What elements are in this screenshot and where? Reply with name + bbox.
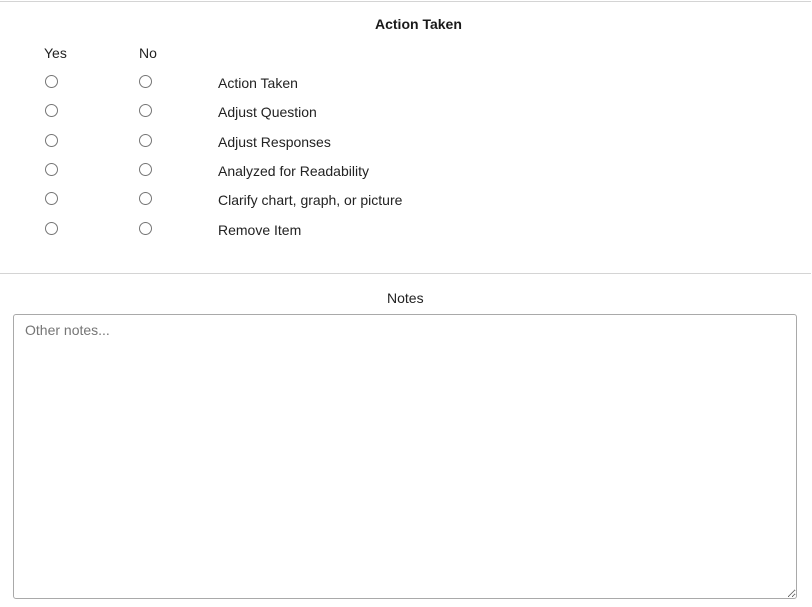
- option-label: Clarify chart, graph, or picture: [218, 192, 403, 208]
- analyzed-readability-yes-radio[interactable]: [45, 163, 58, 176]
- no-column-header: No: [139, 45, 157, 61]
- remove-item-yes-radio[interactable]: [45, 222, 58, 235]
- adjust-responses-no-radio[interactable]: [139, 134, 152, 147]
- adjust-question-yes-radio[interactable]: [45, 104, 58, 117]
- clarify-chart-no-radio[interactable]: [139, 192, 152, 205]
- action-taken-no-radio[interactable]: [139, 75, 152, 88]
- option-label: Analyzed for Readability: [218, 163, 369, 179]
- yes-column-header: Yes: [44, 45, 67, 61]
- adjust-question-no-radio[interactable]: [139, 104, 152, 117]
- action-taken-heading: Action Taken: [375, 16, 462, 32]
- option-label: Adjust Responses: [218, 134, 331, 150]
- option-label: Remove Item: [218, 222, 302, 238]
- adjust-responses-yes-radio[interactable]: [45, 134, 58, 147]
- option-label: Action Taken: [218, 75, 298, 91]
- remove-item-no-radio[interactable]: [139, 222, 152, 235]
- notes-textarea[interactable]: [13, 314, 797, 599]
- action-taken-yes-radio[interactable]: [45, 75, 58, 88]
- top-divider: [0, 1, 811, 2]
- section-divider: [0, 273, 811, 274]
- clarify-chart-yes-radio[interactable]: [45, 192, 58, 205]
- option-label: Adjust Question: [218, 104, 317, 120]
- notes-heading: Notes: [387, 290, 424, 306]
- analyzed-readability-no-radio[interactable]: [139, 163, 152, 176]
